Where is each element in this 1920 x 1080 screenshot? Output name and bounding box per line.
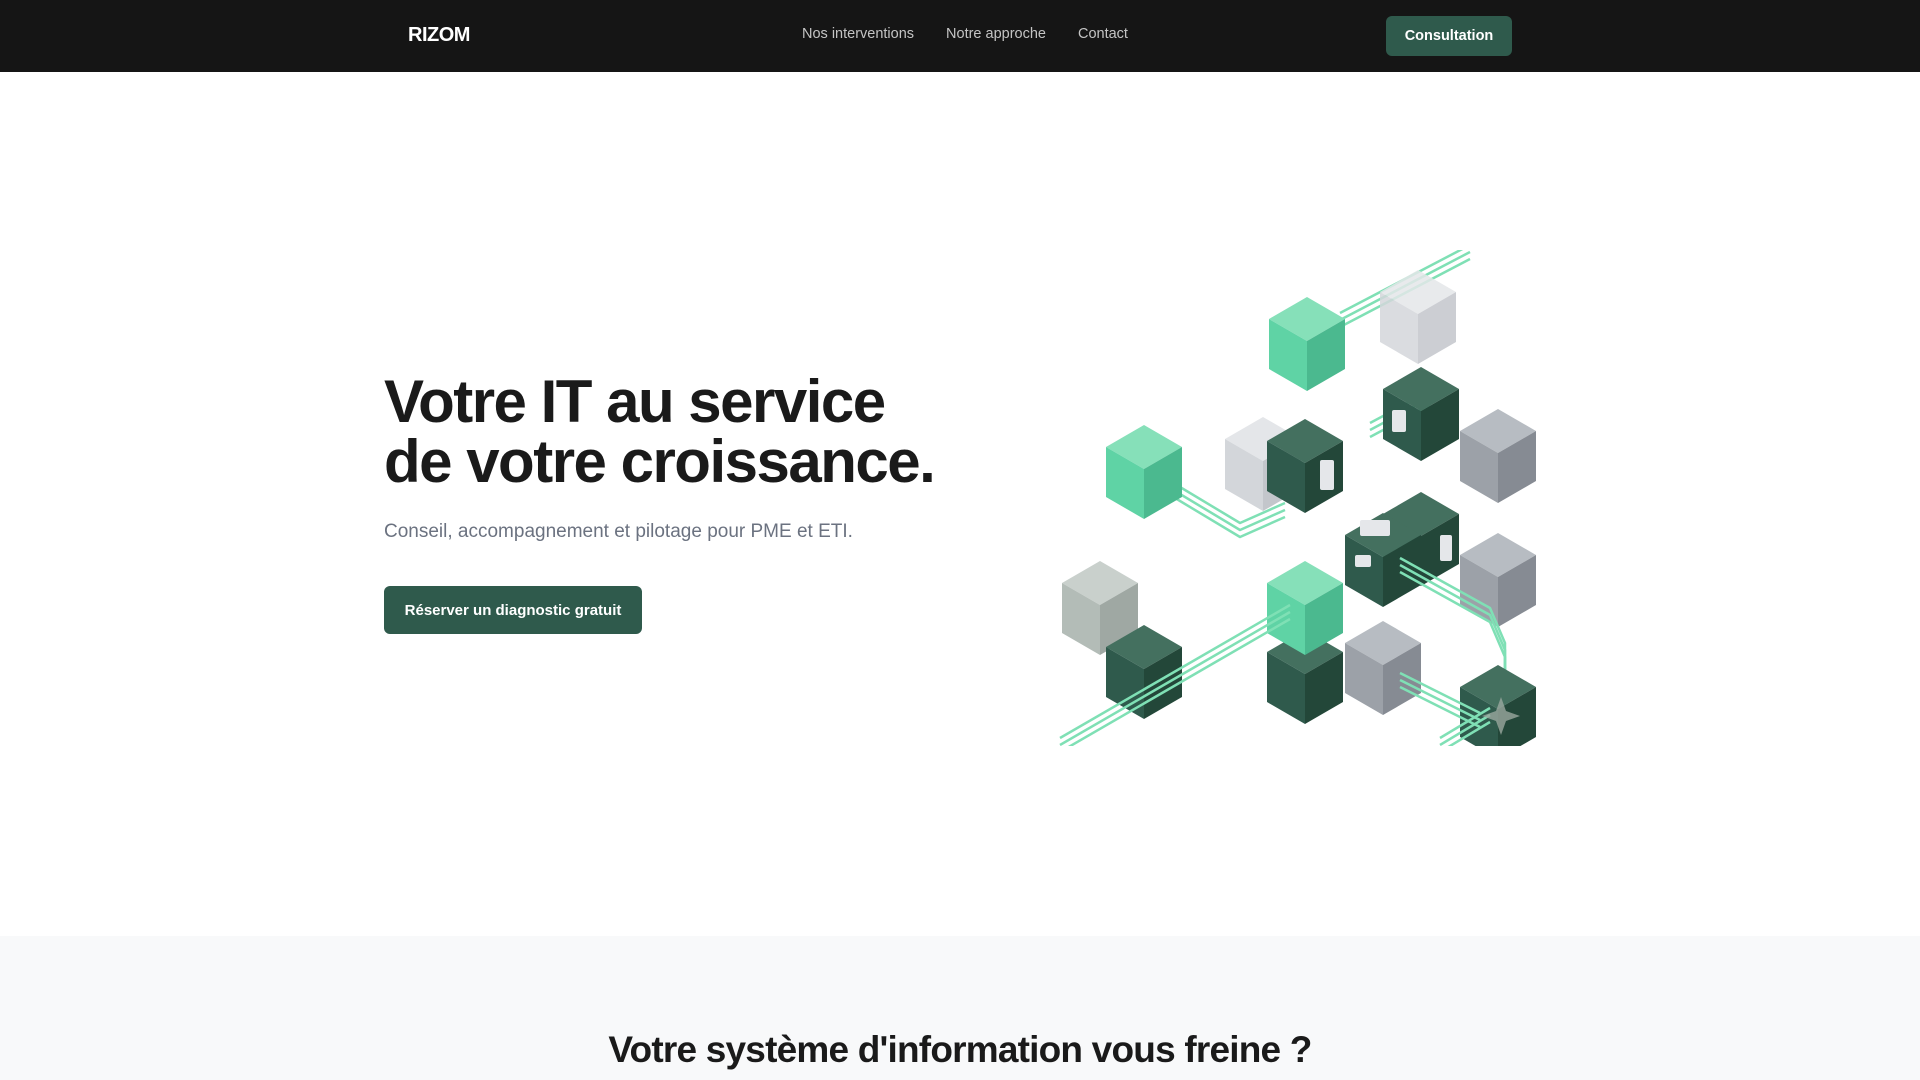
logo[interactable]: RIZOM (408, 24, 470, 47)
nav-link-interventions[interactable]: Nos interventions (802, 26, 914, 42)
server-slot-icon (1320, 460, 1334, 490)
hero-title-line2: de votre croissance. (384, 428, 936, 495)
top-navbar: RIZOM Nos interventions Notre approche C… (0, 0, 1920, 72)
port-icon (1392, 410, 1406, 432)
port-icon (1440, 535, 1452, 561)
nav-links: Nos interventions Notre approche Contact (802, 26, 1128, 42)
book-diagnostic-button[interactable]: Réserver un diagnostic gratuit (384, 586, 642, 634)
hero-subtitle: Conseil, accompagnement et pilotage pour… (384, 521, 853, 542)
hero-title-line1: Votre IT au service (384, 368, 886, 435)
drive-slot-icon (1355, 555, 1371, 567)
nav-link-approche[interactable]: Notre approche (946, 26, 1046, 42)
nav-link-contact[interactable]: Contact (1078, 26, 1128, 42)
section-heading: Votre système d'information vous freine … (608, 1029, 1312, 1070)
isometric-cubes-illustration (1059, 250, 1536, 746)
drive-icon (1360, 520, 1390, 536)
hero-title: Votre IT au service de votre croissance. (384, 372, 936, 495)
problem-section: Votre système d'information vous freine … (0, 936, 1920, 1080)
consultation-button[interactable]: Consultation (1386, 16, 1512, 56)
